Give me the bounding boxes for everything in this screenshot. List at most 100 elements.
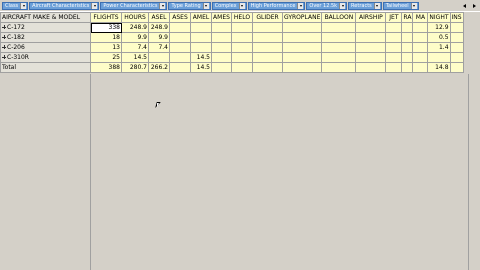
table-cell[interactable]: [355, 42, 387, 53]
table-cell[interactable]: [231, 22, 253, 33]
table-cell[interactable]: 7.4: [148, 42, 170, 53]
column-header[interactable]: FLIGHTS: [90, 12, 122, 23]
dropdown-arrow-icon[interactable]: [238, 2, 245, 9]
table-cell[interactable]: 1.4: [427, 42, 451, 53]
table-cell[interactable]: 18: [90, 32, 122, 43]
table-cell[interactable]: [211, 62, 232, 73]
table-cell[interactable]: [252, 32, 283, 43]
table-cell[interactable]: 266.2: [148, 62, 170, 73]
aircraft-model-label[interactable]: C-206: [0, 42, 91, 53]
table-cell[interactable]: [355, 52, 387, 63]
table-cell[interactable]: [169, 22, 191, 33]
filter-chip[interactable]: Power Characteristics: [100, 1, 168, 10]
dropdown-arrow-icon[interactable]: [159, 2, 166, 9]
table-cell[interactable]: [412, 22, 429, 33]
table-cell[interactable]: [231, 42, 253, 53]
table-cell[interactable]: [385, 62, 403, 73]
table-cell[interactable]: [169, 32, 191, 43]
filter-chip[interactable]: Tailwheel: [382, 1, 419, 10]
dropdown-arrow-icon[interactable]: [202, 2, 209, 9]
table-cell[interactable]: 9.9: [148, 32, 170, 43]
table-cell[interactable]: [281, 22, 323, 33]
column-header[interactable]: JET: [385, 12, 403, 23]
table-cell[interactable]: [281, 32, 323, 43]
column-header[interactable]: HOURS: [121, 12, 149, 23]
column-header[interactable]: BALLOON: [321, 12, 357, 23]
column-header[interactable]: AMEL: [190, 12, 212, 23]
table-cell[interactable]: 14.8: [427, 62, 451, 73]
table-cell[interactable]: 13: [90, 42, 122, 53]
column-header[interactable]: INS: [449, 12, 464, 23]
total-label[interactable]: Total: [0, 62, 91, 73]
table-cell[interactable]: [231, 62, 253, 73]
table-cell[interactable]: 14.5: [190, 52, 212, 63]
column-header[interactable]: ASES: [169, 12, 191, 23]
aircraft-model-label[interactable]: C-310R: [0, 52, 91, 63]
filter-chip[interactable]: Retracts: [348, 1, 382, 10]
row-header-title[interactable]: AIRCRAFT MAKE & MODEL: [0, 12, 91, 23]
dropdown-arrow-icon[interactable]: [410, 2, 417, 9]
table-row[interactable]: C-206 13 7.4 7.4 1.4: [0, 42, 464, 53]
table-cell[interactable]: [401, 42, 414, 53]
filter-chip[interactable]: High Performance: [247, 1, 306, 10]
column-header[interactable]: NIGHT: [427, 12, 451, 23]
table-cell[interactable]: [449, 32, 464, 43]
dropdown-arrow-icon[interactable]: [20, 2, 27, 9]
dropdown-arrow-icon[interactable]: [91, 2, 98, 9]
column-header[interactable]: AMES: [211, 12, 232, 23]
column-header[interactable]: MA: [412, 12, 429, 23]
filter-chip[interactable]: Complex: [211, 1, 247, 10]
table-cell[interactable]: 0.5: [427, 32, 451, 43]
table-cell[interactable]: [412, 32, 429, 43]
table-cell[interactable]: 14.5: [121, 52, 149, 63]
table-cell[interactable]: [412, 52, 429, 63]
table-cell[interactable]: [449, 62, 464, 73]
dropdown-arrow-icon[interactable]: [339, 2, 346, 9]
column-header[interactable]: RA: [401, 12, 414, 23]
total-row[interactable]: Total 388 280.7 266.2 14.5 14.8: [0, 62, 464, 73]
table-cell[interactable]: [321, 22, 357, 33]
table-cell[interactable]: 248.9: [148, 22, 170, 33]
table-cell[interactable]: [252, 62, 283, 73]
table-cell[interactable]: [412, 62, 429, 73]
table-cell[interactable]: 248.9: [121, 22, 149, 33]
dropdown-arrow-icon[interactable]: [297, 2, 304, 9]
table-cell[interactable]: [321, 42, 357, 53]
table-cell[interactable]: [427, 52, 451, 63]
filter-chip[interactable]: Class: [2, 1, 29, 10]
table-row[interactable]: C-172 338 248.9 248.9 12.9: [0, 22, 464, 33]
filter-chip[interactable]: Over 12.5k: [306, 1, 348, 10]
table-cell[interactable]: [231, 32, 253, 43]
column-header[interactable]: GLIDER: [252, 12, 283, 23]
column-header[interactable]: ASEL: [148, 12, 170, 23]
table-cell[interactable]: [252, 52, 283, 63]
table-cell[interactable]: [281, 62, 323, 73]
table-cell[interactable]: 388: [90, 62, 122, 73]
table-cell[interactable]: [281, 42, 323, 53]
filter-chip[interactable]: Type Rating: [168, 1, 211, 10]
table-cell[interactable]: [211, 42, 232, 53]
table-cell[interactable]: [385, 22, 403, 33]
table-cell[interactable]: [449, 42, 464, 53]
table-cell[interactable]: [148, 52, 170, 63]
table-cell[interactable]: [281, 52, 323, 63]
table-cell[interactable]: [321, 52, 357, 63]
column-header[interactable]: AIRSHIP: [355, 12, 387, 23]
table-cell[interactable]: [211, 22, 232, 33]
table-cell[interactable]: 280.7: [121, 62, 149, 73]
table-cell[interactable]: [169, 62, 191, 73]
table-cell[interactable]: [412, 42, 429, 53]
table-cell[interactable]: [401, 52, 414, 63]
table-cell[interactable]: [385, 52, 403, 63]
table-cell[interactable]: [355, 32, 387, 43]
table-cell[interactable]: 25: [90, 52, 122, 63]
table-cell[interactable]: [190, 22, 212, 33]
table-cell[interactable]: [401, 22, 414, 33]
table-cell[interactable]: 7.4: [121, 42, 149, 53]
table-cell[interactable]: [190, 32, 212, 43]
table-cell[interactable]: [385, 32, 403, 43]
table-cell[interactable]: [211, 32, 232, 43]
table-row[interactable]: C-182 18 9.9 9.9 0.5: [0, 32, 464, 43]
table-cell[interactable]: [252, 42, 283, 53]
table-cell[interactable]: [355, 62, 387, 73]
